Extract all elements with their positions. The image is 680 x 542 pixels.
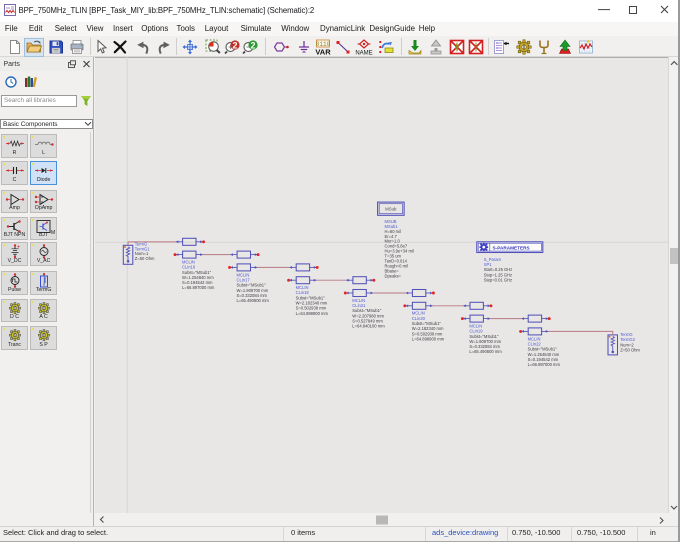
svg-text:S-PARAMETERS: S-PARAMETERS <box>493 245 530 250</box>
svg-text:L=66.897000 mm: L=66.897000 mm <box>182 285 215 290</box>
svg-text:L=65.490600 mm: L=65.490600 mm <box>469 349 502 354</box>
svg-text:L=66.897000 mm: L=66.897000 mm <box>528 362 561 367</box>
svg-text:L=64.898900 mm: L=64.898900 mm <box>412 336 445 341</box>
svg-text:L=65.490600 mm: L=65.490600 mm <box>237 298 270 303</box>
svg-text:NAME: NAME <box>355 51 372 56</box>
svg-text:Z=50 Ohm: Z=50 Ohm <box>620 348 640 353</box>
svg-text:Z=50 Ohm: Z=50 Ohm <box>135 256 155 261</box>
svg-text:MSub: MSub <box>385 207 397 212</box>
svg-text:VAR: VAR <box>315 48 331 56</box>
svg-text:Step=0.01 GHz: Step=0.01 GHz <box>484 278 512 283</box>
svg-text:2: 2 <box>250 40 255 50</box>
svg-text:Dpeaks=: Dpeaks= <box>385 274 402 279</box>
svg-text:L=64.898900 mm: L=64.898900 mm <box>296 311 329 316</box>
svg-text:2: 2 <box>232 40 237 50</box>
svg-text:L=64.840100 mm: L=64.840100 mm <box>352 324 385 329</box>
